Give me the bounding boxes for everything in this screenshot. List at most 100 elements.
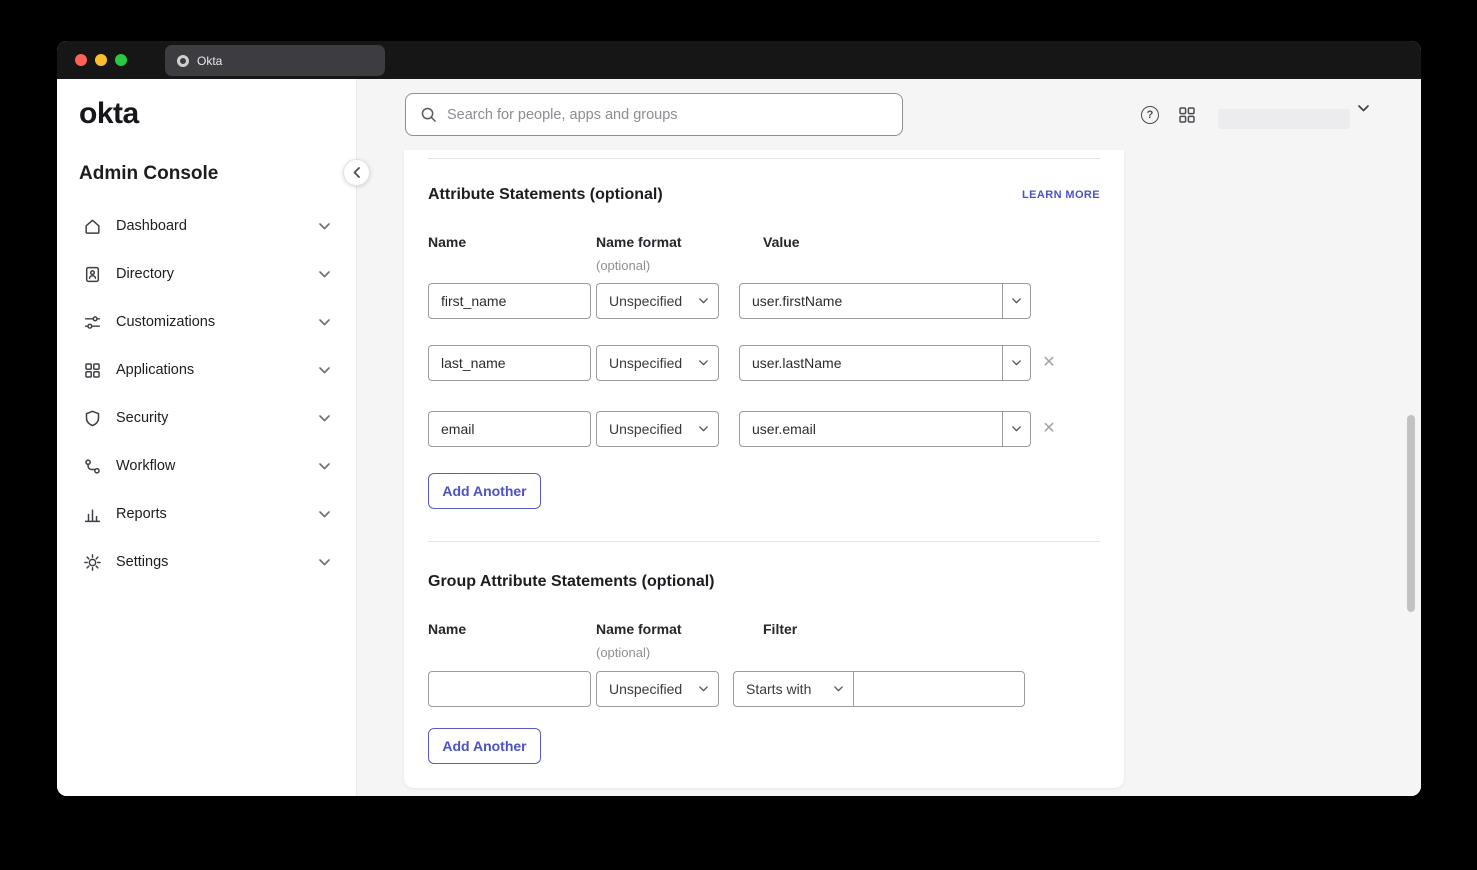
name-format-select[interactable]: Unspecified: [596, 345, 719, 381]
chevron-left-icon: [353, 167, 360, 178]
redacted-user-name: [1218, 109, 1350, 129]
sidebar-item-label: Reports: [116, 506, 319, 522]
okta-logo: okta: [79, 97, 139, 131]
sidebar-item-applications[interactable]: Applications: [57, 346, 356, 394]
browser-titlebar: Okta: [57, 41, 1421, 79]
combobox-dropdown-button[interactable]: [1002, 346, 1030, 380]
chevron-down-icon: [1012, 360, 1021, 366]
chevron-down-icon: [699, 360, 708, 366]
name-format-select[interactable]: Unspecified: [596, 283, 719, 319]
chevron-down-icon: [699, 686, 708, 692]
group-name-format-select[interactable]: Unspecified: [596, 671, 719, 707]
app-switcher-button[interactable]: [1177, 105, 1197, 125]
vertical-scrollbar[interactable]: [1407, 415, 1415, 612]
group-filter-value-input[interactable]: [853, 671, 1025, 707]
combobox-dropdown-button[interactable]: [1002, 412, 1030, 446]
add-another-attribute-button[interactable]: Add Another: [428, 473, 541, 509]
chevron-down-icon: [319, 463, 330, 470]
sidebar-item-label: Dashboard: [116, 218, 319, 234]
attribute-value-input[interactable]: [740, 284, 1002, 318]
attribute-value-input[interactable]: [740, 412, 1002, 446]
column-header-name-format: Name format: [596, 621, 682, 637]
sidebar-item-label: Customizations: [116, 314, 319, 330]
select-value: Unspecified: [609, 421, 691, 437]
chevron-down-icon: [319, 223, 330, 230]
okta-favicon-icon: [177, 55, 189, 67]
home-icon: [83, 217, 102, 236]
column-header-value: Value: [763, 234, 800, 250]
window-controls: [75, 54, 127, 66]
attribute-name-input[interactable]: [428, 283, 591, 319]
directory-icon: [83, 265, 102, 284]
attribute-value-combobox[interactable]: [739, 283, 1031, 319]
chevron-down-icon: [319, 271, 330, 278]
remove-row-icon[interactable]: ✕: [1040, 354, 1058, 372]
sidebar-item-directory[interactable]: Directory: [57, 250, 356, 298]
search-input[interactable]: [447, 107, 888, 123]
sidebar-item-customizations[interactable]: Customizations: [57, 298, 356, 346]
admin-console-title: Admin Console: [79, 163, 218, 185]
combobox-dropdown-button[interactable]: [1002, 284, 1030, 318]
sidebar-item-reports[interactable]: Reports: [57, 490, 356, 538]
browser-window: Okta okta Admin Console Dashboard Direct…: [57, 41, 1421, 796]
sidebar-item-label: Security: [116, 410, 319, 426]
column-header-filter: Filter: [763, 621, 797, 637]
grid-icon: [83, 361, 102, 380]
attribute-name-input[interactable]: [428, 345, 591, 381]
chevron-down-icon: [319, 559, 330, 566]
column-header-name: Name: [428, 234, 466, 250]
chevron-down-icon: [1358, 105, 1369, 112]
section-divider: [428, 541, 1100, 542]
sidebar-item-settings[interactable]: Settings: [57, 538, 356, 586]
sidebar-item-label: Directory: [116, 266, 319, 282]
help-button[interactable]: ?: [1141, 106, 1159, 124]
sidebar-item-security[interactable]: Security: [57, 394, 356, 442]
browser-tab-okta[interactable]: Okta: [165, 45, 385, 76]
attribute-value-combobox[interactable]: [739, 345, 1031, 381]
attribute-value-combobox[interactable]: [739, 411, 1031, 447]
sidebar-item-label: Workflow: [116, 458, 319, 474]
sidebar-collapse-button[interactable]: [343, 159, 370, 186]
group-attribute-name-input[interactable]: [428, 671, 591, 707]
chevron-down-icon: [1012, 426, 1021, 432]
minimize-window-button[interactable]: [95, 54, 107, 66]
group-attribute-statements-title: Group Attribute Statements (optional): [428, 573, 715, 591]
chevron-down-icon: [319, 319, 330, 326]
sidebar-nav: Dashboard Directory Customizations Appli…: [57, 202, 356, 586]
close-window-button[interactable]: [75, 54, 87, 66]
section-divider: [428, 158, 1100, 159]
select-value: Unspecified: [609, 355, 691, 371]
select-value: Starts with: [746, 681, 826, 697]
gear-icon: [83, 553, 102, 572]
sidebar-item-label: Settings: [116, 554, 319, 570]
search-icon: [420, 106, 437, 123]
main-region: ? Attribute Statements (optional) LEARN …: [357, 79, 1421, 796]
shield-icon: [83, 409, 102, 428]
chevron-down-icon: [319, 511, 330, 518]
workflow-icon: [83, 457, 102, 476]
column-note-optional: (optional): [596, 258, 650, 273]
zoom-window-button[interactable]: [115, 54, 127, 66]
column-note-optional: (optional): [596, 645, 650, 660]
sliders-icon: [83, 313, 102, 332]
chevron-down-icon: [699, 298, 708, 304]
user-account-menu[interactable]: [1218, 103, 1369, 129]
chevron-down-icon: [319, 415, 330, 422]
sidebar-item-dashboard[interactable]: Dashboard: [57, 202, 356, 250]
chevron-down-icon: [699, 426, 708, 432]
global-search[interactable]: [405, 93, 903, 136]
sidebar-item-workflow[interactable]: Workflow: [57, 442, 356, 490]
sidebar: okta Admin Console Dashboard Directory C…: [57, 79, 357, 796]
saml-settings-card: Attribute Statements (optional) LEARN MO…: [404, 150, 1124, 788]
name-format-select[interactable]: Unspecified: [596, 411, 719, 447]
group-filter-type-select[interactable]: Starts with: [733, 671, 854, 707]
column-header-name-format: Name format: [596, 234, 682, 250]
chevron-down-icon: [1012, 298, 1021, 304]
select-value: Unspecified: [609, 293, 691, 309]
remove-row-icon[interactable]: ✕: [1040, 420, 1058, 438]
attribute-name-input[interactable]: [428, 411, 591, 447]
learn-more-link[interactable]: LEARN MORE: [1022, 189, 1100, 201]
attribute-statements-title: Attribute Statements (optional): [428, 186, 663, 204]
add-another-group-attribute-button[interactable]: Add Another: [428, 728, 541, 764]
attribute-value-input[interactable]: [740, 346, 1002, 380]
